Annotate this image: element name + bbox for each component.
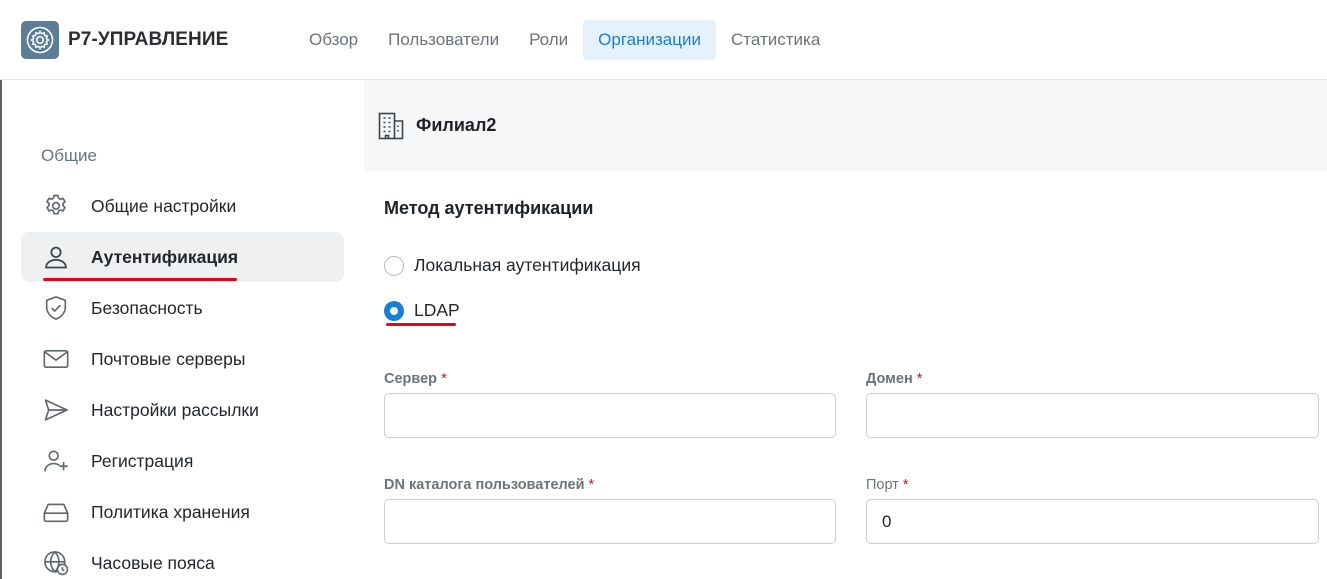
radio-option-ldap[interactable]: LDAP xyxy=(384,300,460,321)
sidebar-item-mail-servers[interactable]: Почтовые серверы xyxy=(21,334,344,384)
radio-button-checked[interactable] xyxy=(384,300,404,321)
sidebar-item-security[interactable]: Безопасность xyxy=(21,283,344,333)
main-nav: Обзор Пользователи Роли Организации Стат… xyxy=(294,20,835,60)
domain-input[interactable] xyxy=(866,393,1319,438)
nav-tab-statistics[interactable]: Статистика xyxy=(716,20,835,60)
gear-icon xyxy=(21,181,91,231)
gear-icon[interactable] xyxy=(21,21,59,59)
app-title: Р7-УПРАВЛЕНИЕ xyxy=(68,29,229,50)
top-header: Р7-УПРАВЛЕНИЕ Обзор Пользователи Роли Ор… xyxy=(0,0,1327,80)
user-plus-icon xyxy=(21,436,91,486)
sidebar-item-label: Аутентификация xyxy=(91,246,239,267)
dn-input[interactable] xyxy=(384,499,836,544)
radio-label: Локальная аутентификация xyxy=(414,255,641,275)
highlight-underline xyxy=(43,278,237,281)
storage-drive-icon xyxy=(21,487,91,537)
sidebar-item-registration[interactable]: Регистрация xyxy=(21,436,344,486)
port-field-label: Порт * xyxy=(866,477,909,493)
shield-check-icon xyxy=(21,283,91,333)
radio-label: LDAP xyxy=(414,300,460,320)
nav-tab-organizations[interactable]: Организации xyxy=(583,20,716,60)
nav-tab-overview[interactable]: Обзор xyxy=(294,20,373,60)
sidebar-group-label: Общие xyxy=(41,146,97,165)
sidebar-item-storage-policy[interactable]: Политика хранения xyxy=(21,487,344,537)
page-header: Филиал2 xyxy=(364,80,1327,171)
sidebar-item-general-settings[interactable]: Общие настройки xyxy=(21,181,344,231)
sidebar-item-label: Настройки рассылки xyxy=(91,399,259,420)
settings-sidebar: Общие Общие настройки Аутентификация Без… xyxy=(2,80,364,579)
server-field-label: Сервер * xyxy=(384,371,447,387)
auth-settings-card: Метод аутентификации Локальная аутентифи… xyxy=(364,171,1327,579)
sidebar-item-label: Часовые пояса xyxy=(91,552,215,573)
mail-icon xyxy=(21,334,91,384)
send-icon xyxy=(21,385,91,435)
radio-button[interactable] xyxy=(384,255,404,276)
server-input[interactable] xyxy=(384,393,836,438)
sidebar-item-label: Почтовые серверы xyxy=(91,348,246,369)
page-title: Филиал2 xyxy=(416,115,497,135)
nav-tab-users[interactable]: Пользователи xyxy=(373,20,514,60)
section-title: Метод аутентификации xyxy=(384,198,594,218)
sidebar-item-time-zones[interactable]: Часовые пояса xyxy=(21,538,344,579)
main-content: Филиал2 Метод аутентификации Локальная а… xyxy=(364,80,1327,579)
user-icon xyxy=(21,232,91,282)
building-icon xyxy=(378,112,404,140)
sidebar-item-label: Общие настройки xyxy=(91,195,237,216)
sidebar-item-mailing-settings[interactable]: Настройки рассылки xyxy=(21,385,344,435)
sidebar-item-label: Безопасность xyxy=(91,297,203,318)
sidebar-item-label: Регистрация xyxy=(91,450,194,471)
nav-tab-roles[interactable]: Роли xyxy=(514,20,583,60)
globe-clock-icon xyxy=(21,538,91,579)
port-input[interactable] xyxy=(866,499,1319,544)
sidebar-item-authentication[interactable]: Аутентификация xyxy=(21,232,344,282)
dn-field-label: DN каталога пользователей * xyxy=(384,477,595,493)
highlight-underline xyxy=(386,323,456,326)
domain-field-label: Домен * xyxy=(866,371,923,387)
sidebar-item-label: Политика хранения xyxy=(91,501,250,522)
radio-option-local-auth[interactable]: Локальная аутентификация xyxy=(384,255,641,276)
